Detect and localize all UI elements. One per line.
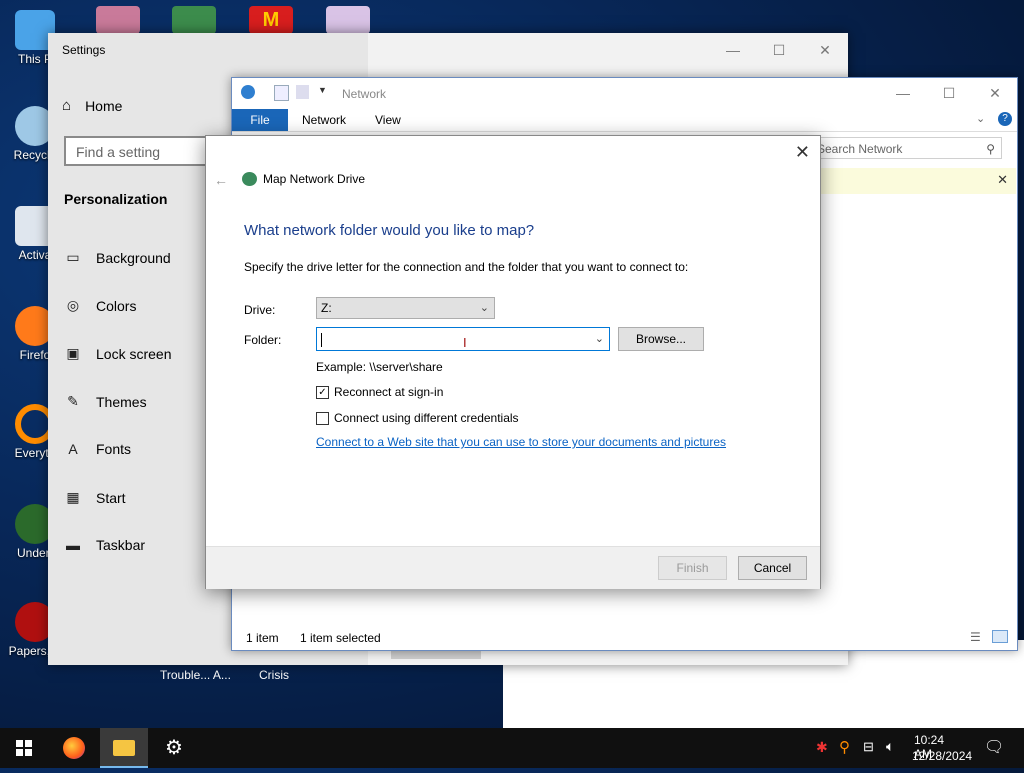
volume-icon[interactable]: 🔈︎ — [886, 738, 894, 755]
finish-button[interactable]: Finish — [658, 556, 727, 580]
chevron-down-icon[interactable]: ⌄ — [595, 328, 604, 350]
status-selected: 1 item selected — [300, 631, 381, 645]
network-icon — [241, 85, 255, 99]
search-tray-icon[interactable]: ⚲ — [839, 738, 850, 756]
window-title: Network — [342, 87, 387, 101]
search-input[interactable]: Search Network ⚲ — [812, 137, 1002, 159]
taskbar-firefox[interactable] — [50, 728, 98, 768]
properties-icon[interactable] — [274, 85, 289, 101]
close-button[interactable]: ✕ — [802, 35, 848, 65]
dialog-title: Map Network Drive — [263, 172, 366, 186]
notification-icon[interactable]: 🗨︎ — [984, 737, 1004, 757]
section-title: Personalization — [64, 191, 168, 207]
network-drive-icon — [242, 172, 257, 186]
minimize-button[interactable]: — — [880, 78, 926, 108]
map-network-drive-dialog: ✕ ← Map Network Drive What network folde… — [205, 135, 821, 589]
nav-item-fonts[interactable]: A Fonts — [64, 441, 131, 457]
desktop-app-icon[interactable] — [172, 6, 216, 34]
search-icon: ⚲ — [986, 142, 995, 156]
clock-date[interactable]: 12/28/2024 — [912, 749, 972, 763]
quick-access-dropdown-icon[interactable]: ▼ — [318, 85, 327, 95]
example-text: Example: \\server\share — [316, 360, 443, 374]
details-view-icon[interactable]: ☰ — [970, 630, 981, 644]
drive-label: Drive: — [244, 303, 276, 317]
tray-app-icon[interactable]: ✱ — [816, 739, 828, 756]
taskbar: ⚙ ✱ ⚲ ⊟ 🔈︎ 10:24 AM 12/28/2024 🗨︎ — [0, 728, 1024, 768]
home-icon: ⌂ — [62, 97, 72, 114]
mcdonalds-icon[interactable]: M — [249, 6, 293, 34]
close-button[interactable]: ✕ — [972, 78, 1018, 108]
dialog-footer: Finish Cancel — [206, 546, 820, 589]
cancel-button[interactable]: Cancel — [738, 556, 807, 580]
taskbar-file-explorer[interactable] — [100, 728, 148, 768]
nav-item-colors[interactable]: ◎ Colors — [64, 297, 137, 314]
reconnect-checkbox-row[interactable]: ✓ Reconnect at sign-in — [316, 385, 443, 399]
dialog-heading: What network folder would you like to ma… — [244, 222, 535, 239]
text-cursor — [321, 332, 322, 347]
nav-item-lock-screen[interactable]: ▣ Lock screen — [64, 345, 171, 362]
close-icon[interactable]: ✕ — [997, 172, 1008, 188]
nav-home[interactable]: ⌂ Home — [62, 97, 122, 114]
folder-icon — [113, 740, 135, 756]
desktop-app-icon[interactable] — [96, 6, 140, 34]
reconnect-checkbox[interactable]: ✓ — [316, 385, 329, 399]
firefox-icon — [63, 737, 85, 759]
tab-view[interactable]: View — [365, 109, 411, 131]
nav-item-background[interactable]: ▭ Background — [64, 249, 170, 266]
drive-select[interactable]: Z: ⌄ — [316, 297, 495, 319]
desktop-icon-label[interactable]: Trouble... A... — [160, 668, 231, 682]
folder-label: Folder: — [244, 333, 282, 347]
nav-item-taskbar[interactable]: ▬ Taskbar — [64, 537, 145, 553]
chevron-down-icon[interactable]: ⌄ — [976, 112, 985, 125]
window-title: Settings — [62, 43, 106, 57]
help-icon[interactable]: ? — [998, 112, 1012, 126]
taskbar-icon: ▬ — [66, 537, 80, 553]
new-folder-icon[interactable] — [296, 85, 309, 99]
folder-input[interactable]: ⌄ I — [316, 327, 610, 351]
credentials-checkbox-row[interactable]: Connect using different credentials — [316, 411, 519, 425]
credentials-checkbox[interactable] — [316, 411, 329, 425]
lock-screen-icon: ▣ — [66, 345, 80, 361]
start-button[interactable] — [0, 728, 48, 768]
network-icon[interactable]: ⊟ — [863, 739, 874, 755]
nav-item-themes[interactable]: ✎ Themes — [64, 393, 146, 410]
palette-icon: ◎ — [66, 297, 80, 313]
taskbar-settings[interactable]: ⚙ — [150, 728, 198, 768]
tab-network[interactable]: Network — [292, 109, 356, 131]
dialog-description: Specify the drive letter for the connect… — [244, 260, 689, 274]
maximize-button[interactable]: ☐ — [756, 35, 802, 65]
gear-icon: ⚙ — [165, 737, 183, 759]
dialog-header: Map Network Drive — [242, 172, 365, 186]
chevron-down-icon: ⌄ — [479, 302, 489, 314]
close-button[interactable]: ✕ — [795, 142, 810, 163]
start-icon: ▦ — [66, 489, 80, 505]
large-icons-view-icon[interactable] — [992, 630, 1008, 643]
ribbon-tabs: File Network View ⌄ ? — [232, 109, 1017, 132]
windows-logo-icon — [16, 740, 32, 756]
desktop-icon-label[interactable]: Crisis — [259, 668, 289, 682]
status-item-count: 1 item — [246, 631, 279, 645]
status-bar: 1 item 1 item selected ☰ — [232, 626, 1017, 648]
nav-item-start[interactable]: ▦ Start — [64, 489, 125, 506]
ibeam-cursor-icon: I — [463, 335, 467, 350]
tab-file[interactable]: File — [232, 109, 288, 131]
minimize-button[interactable]: — — [710, 35, 756, 65]
maximize-button[interactable]: ☐ — [926, 78, 972, 108]
font-icon: A — [68, 441, 78, 457]
browse-button[interactable]: Browse... — [618, 327, 704, 351]
desktop-app-icon[interactable] — [326, 6, 370, 34]
brush-icon: ✎ — [67, 393, 79, 409]
picture-icon: ▭ — [66, 249, 80, 265]
info-bar: ✕ — [818, 168, 1016, 194]
back-arrow-icon[interactable]: ← — [214, 172, 228, 188]
web-site-link[interactable]: Connect to a Web site that you can use t… — [316, 435, 726, 449]
